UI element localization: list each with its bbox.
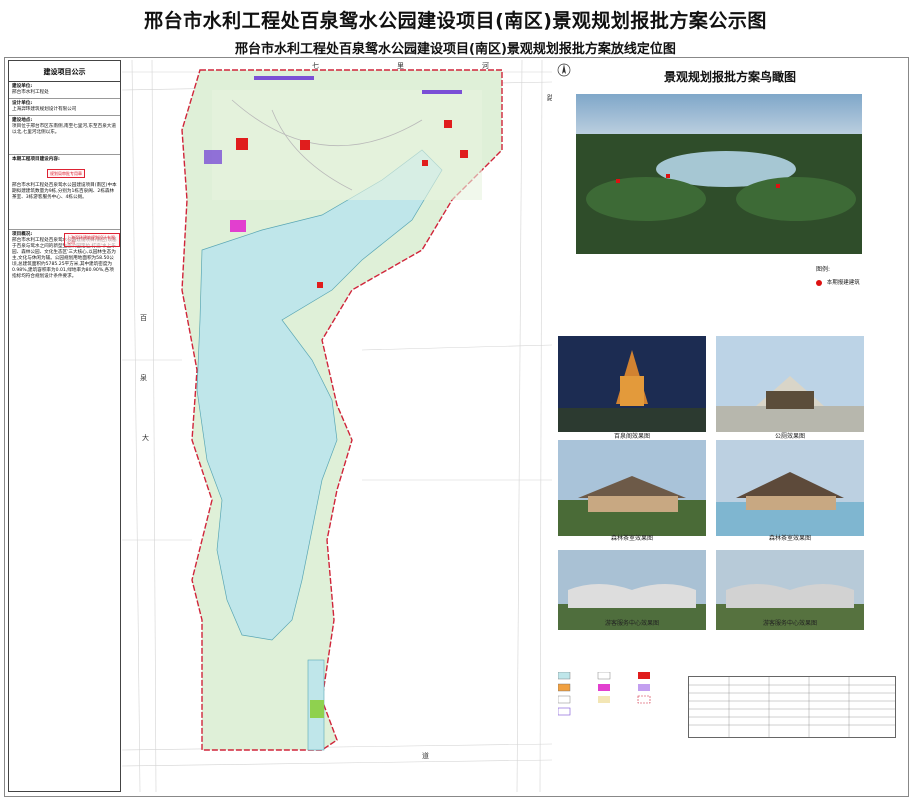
render-baiquan-pavilion[interactable] (558, 336, 706, 432)
panel-section-location: 建设地点: 项目位于邢台市区东南侧,南至七里河,东至百泉大道以北,七里河北侧以东… (9, 116, 120, 155)
builder-text: 邢台市水利工程处 (12, 90, 49, 95)
red-dot-icon (816, 279, 822, 286)
map-legend (558, 672, 651, 716)
announcement-panel: 建设项目公示 建设单位: 邢台市水利工程处 设计单位: 上海羿玮建筑规划设计有限… (8, 60, 121, 792)
road-label-he: 河 (482, 62, 489, 70)
render-caption-2: 公厕效果图 (774, 433, 805, 440)
approval-stamp: 规划局审批专用章 (47, 169, 85, 178)
purple-structure-west (204, 150, 222, 164)
render-caption-5: 游客服务中心效果图 (604, 620, 659, 627)
aerial-title: 景观规划报批方案鸟瞰图 (663, 70, 796, 84)
render-caption-6: 游客服务中心效果图 (762, 620, 817, 627)
aerial-highlight (616, 179, 620, 183)
road-label-da: 大 (142, 433, 149, 442)
page-title: 邢台市水利工程处百泉鸳水公园建设项目(南区)景观规划报批方案公示图 (144, 10, 767, 32)
road-label-bai: 百 (140, 314, 147, 322)
road-label-lu: 路 (547, 93, 552, 102)
indicator-table (688, 676, 896, 738)
building-small-2 (317, 282, 323, 288)
design-stamp-text: 上海羿玮建筑规划设计有限公司 (67, 235, 115, 245)
designer-text: 上海羿玮建筑规划设计有限公司 (12, 107, 77, 112)
location-text: 项目位于邢台市区东南侧,南至七里河,东至百泉大道以北,七里河北侧以东。 (12, 124, 116, 135)
content-label: 本期工程项目建设内容: (12, 157, 60, 162)
aerial-rendering[interactable] (576, 94, 862, 254)
render-toilet[interactable] (716, 336, 864, 432)
building-visitor-center (460, 150, 468, 158)
north-garden (212, 90, 482, 200)
aerial-legend-heading: 图例: (816, 266, 831, 273)
road-label-quan: 泉 (140, 373, 147, 382)
render-caption-4: 森林茶室效果图 (768, 535, 811, 542)
panel-section-designer: 设计单位: 上海羿玮建筑规划设计有限公司 (9, 99, 120, 116)
pink-building (230, 220, 246, 232)
render-forest-teahouse-2[interactable] (716, 440, 864, 536)
road-label-dao: 道 (422, 751, 429, 760)
render-caption-1: 百泉阁效果图 (613, 433, 650, 440)
purple-structure-east (422, 90, 462, 94)
aerial-legend-item: 本期报建建筑 (816, 278, 860, 286)
approval-stamp-text: 规划局审批专用章 (50, 171, 82, 176)
site-plan-map[interactable]: 七 里 河 路 百 泉 大 道 (122, 60, 552, 792)
building-forest-teahouse (300, 140, 310, 150)
road-label-qi: 七 (312, 61, 319, 70)
building-small-1 (422, 160, 428, 166)
building-baiquan-pavilion (236, 138, 248, 150)
page-subtitle: 邢台市水利工程处百泉鸳水公园建设项目(南区)景观规划报批方案放线定位图 (235, 42, 676, 57)
building-toilet (444, 120, 452, 128)
south-plaza (310, 700, 324, 718)
render-forest-teahouse-1[interactable] (558, 440, 706, 536)
render-caption-3: 森林茶室效果图 (610, 535, 653, 542)
panel-section-builder: 建设单位: 邢台市水利工程处 (9, 82, 120, 99)
road-label-li: 里 (397, 62, 404, 70)
aerial-legend-label: 本期报建建筑 (826, 280, 860, 286)
content-text: 邢台市水利工程处百泉鸳水公园建设项目(南区)中本期拟建建筑数量为9栋,分别为1栋… (12, 183, 117, 200)
design-stamp: 上海羿玮建筑规划设计有限公司 (64, 233, 120, 247)
purple-structure-north (254, 76, 314, 80)
panel-section-content: 本期工程项目建设内容: 邢台市水利工程处百泉鸳水公园建设项目(南区)中本期拟建建… (9, 155, 120, 230)
panel-heading: 建设项目公示 (9, 61, 120, 82)
